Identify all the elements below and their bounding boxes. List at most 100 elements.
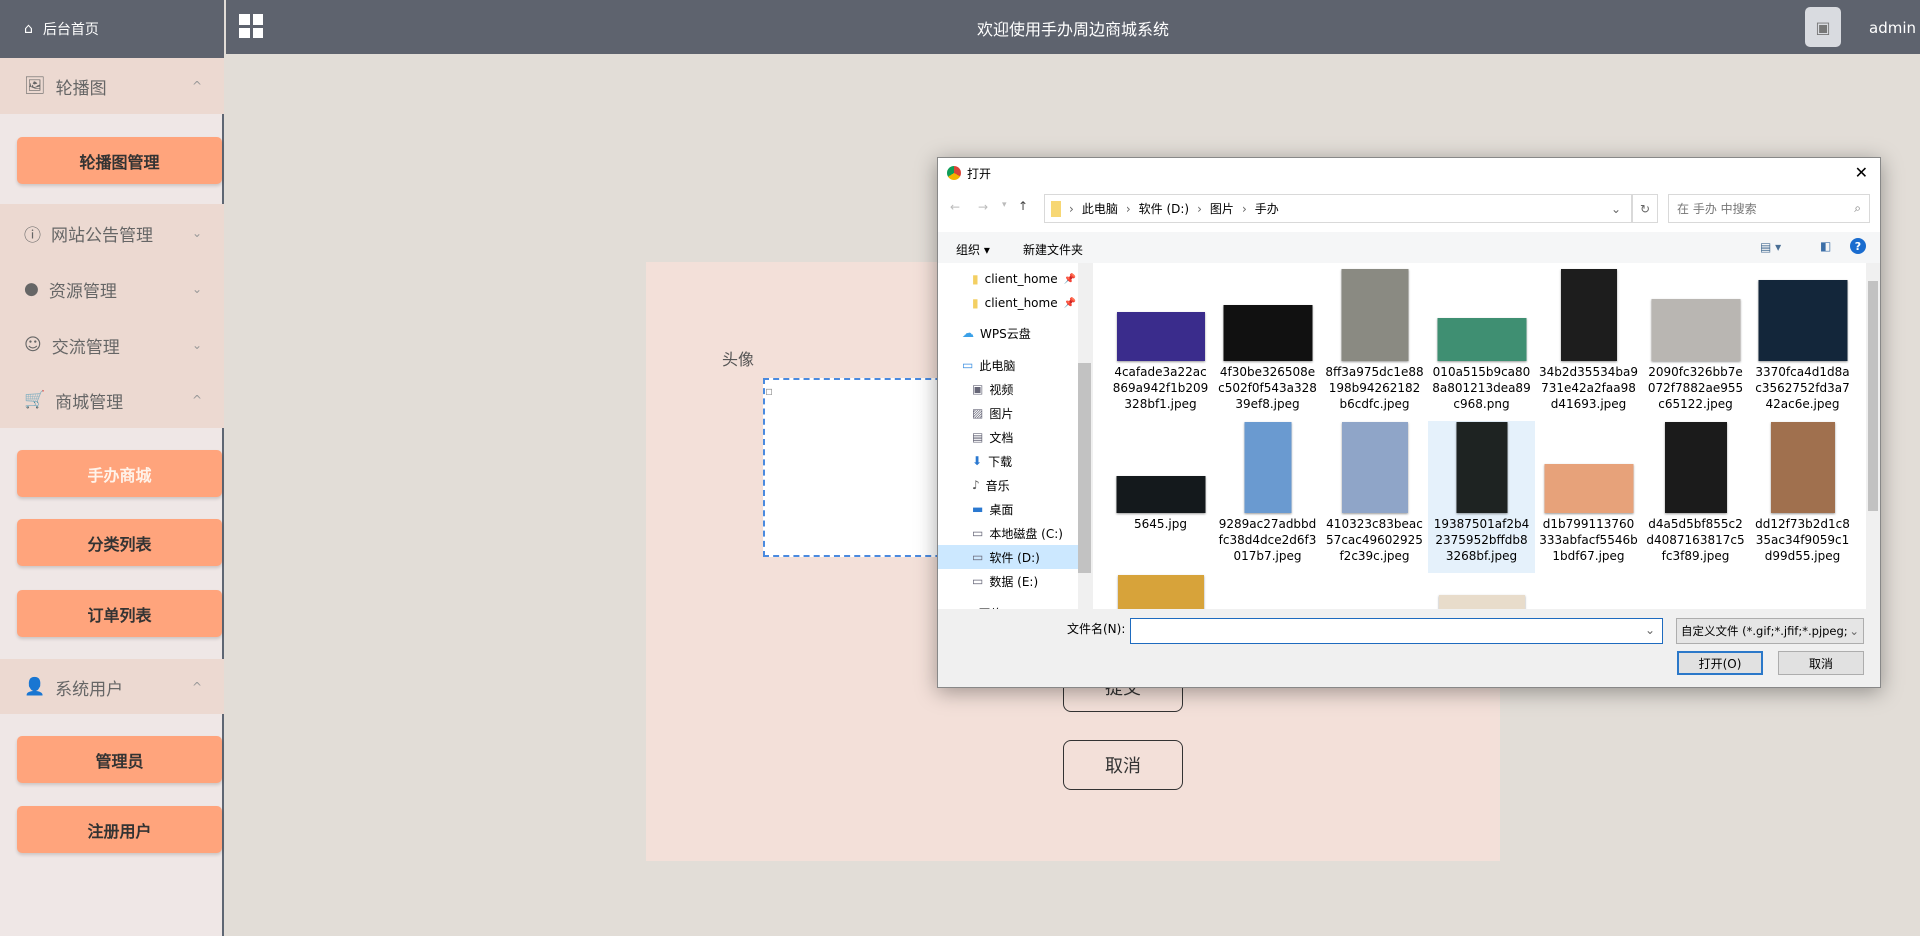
- sidebar: ⌂ 后台首页 🖼 轮播图 ^ 轮播图管理 ⓘ 网站公告管理 ⌄ ● 资源管理 ⌄ ☺ 交流管理 ⌄…: [0, 0, 224, 936]
- toolbar: 组织 ▾ 新建文件夹 ▤ ▾ ◧ ?: [938, 232, 1880, 263]
- search-input[interactable]: 在 手办 中搜索 ⌕: [1668, 194, 1870, 223]
- view-options-icon[interactable]: ▤ ▾: [1760, 240, 1781, 254]
- nav-item[interactable]: ▭ 此电脑: [938, 353, 1078, 377]
- file-item[interactable]: 4f30be326508ec502f0f543a32839ef8.jpeg: [1214, 269, 1321, 421]
- preview-pane-icon[interactable]: ◧: [1820, 239, 1831, 253]
- help-icon[interactable]: ?: [1850, 238, 1866, 254]
- nav-item[interactable]: ▨ 图片: [938, 401, 1078, 425]
- open-button[interactable]: 打开(O): [1677, 651, 1763, 675]
- nav-item[interactable]: ▣ 视频: [938, 377, 1078, 401]
- pictures-icon: ▨: [972, 406, 984, 420]
- file-item[interactable]: [1214, 573, 1321, 609]
- file-item[interactable]: 010a515b9ca808a801213dea89c968.png: [1428, 269, 1535, 421]
- up-icon[interactable]: ↑: [1018, 199, 1028, 213]
- file-name: 34b2d35534ba9731e42a2faa98d41693.jpeg: [1539, 365, 1638, 411]
- sidebar-home[interactable]: ⌂ 后台首页: [0, 0, 224, 58]
- file-item[interactable]: d1b799113760333abfacf5546b1bdf67.jpeg: [1535, 421, 1642, 573]
- back-icon[interactable]: ←: [950, 200, 960, 214]
- nav-item[interactable]: ▭ 数据 (E:): [938, 569, 1078, 593]
- file-item[interactable]: dd12f73b2d1c835ac34f9059c1d99d55.jpeg: [1749, 421, 1856, 573]
- image-thumbnail: [1341, 269, 1408, 361]
- sidebar-item-resource[interactable]: ● 资源管理 ⌄: [0, 261, 224, 317]
- sidebar-item-notice[interactable]: ⓘ 网站公告管理 ⌄: [0, 205, 224, 261]
- image-thumbnail: [1651, 299, 1740, 361]
- file-item[interactable]: 2090fc326bb7e072f7882ae955c65122.jpeg: [1642, 269, 1749, 421]
- avatar-label: 头像: [722, 350, 755, 369]
- file-item[interactable]: 410323c83beac57cac49602925f2c39c.jpeg: [1321, 421, 1428, 573]
- drive-icon: ▭: [972, 550, 984, 564]
- address-bar[interactable]: › 此电脑 › 软件 (D:) › 图片 › 手办 ⌄: [1044, 194, 1632, 223]
- chevron-down-icon: ⌄: [191, 282, 202, 296]
- file-item[interactable]: 8ff3a975dc1e88198b94262182b6cdfc.jpeg: [1321, 269, 1428, 421]
- nav-item[interactable]: ▮ client_home 📌: [938, 267, 1078, 291]
- breadcrumb-item[interactable]: 手办: [1255, 200, 1279, 217]
- sidebar-item-figure-mall[interactable]: 手办商城: [17, 450, 222, 497]
- nav-item[interactable]: ♪ 音乐: [938, 473, 1078, 497]
- sidebar-item-chat[interactable]: ☺ 交流管理 ⌄: [0, 317, 224, 373]
- search-icon: ⌕: [1854, 201, 1861, 215]
- file-name: 5645.jpg: [1134, 517, 1187, 531]
- sidebar-item-carousel[interactable]: 🖼 轮播图 ^: [0, 58, 224, 114]
- chevron-down-icon: ⌄: [1849, 624, 1859, 638]
- file-name: 010a515b9ca808a801213dea89c968.png: [1432, 365, 1531, 411]
- nav-item[interactable]: ▬ 桌面: [938, 497, 1078, 521]
- sidebar-item-carousel-manage[interactable]: 轮播图管理: [17, 137, 222, 184]
- avatar[interactable]: ▣: [1805, 7, 1841, 47]
- nav-item[interactable]: ▭ 本地磁盘 (C:): [938, 521, 1078, 545]
- refresh-icon[interactable]: ↻: [1632, 194, 1658, 223]
- computer-icon: ▭: [962, 358, 974, 372]
- close-icon[interactable]: ✕: [1855, 163, 1868, 182]
- file-item[interactable]: [1107, 573, 1214, 609]
- file-type-select[interactable]: 自定义文件 (*.gif;*.jfif;*.pjpeg; ⌄: [1676, 618, 1864, 644]
- address-dropdown-icon[interactable]: ⌄: [1611, 202, 1621, 216]
- sidebar-item-category[interactable]: 分类列表: [17, 519, 222, 566]
- sidebar-item-orders[interactable]: 订单列表: [17, 590, 222, 637]
- file-grid: 4cafade3a22ac869a942f1b209328bf1.jpeg 4f3…: [1093, 263, 1880, 609]
- file-item[interactable]: 4cafade3a22ac869a942f1b209328bf1.jpeg: [1107, 269, 1214, 421]
- file-item[interactable]: [1321, 573, 1428, 609]
- image-thumbnail: [1456, 422, 1507, 513]
- file-item[interactable]: 9289ac27adbbdfc38d4dce2d6f3017b7.jpeg: [1214, 421, 1321, 573]
- organize-menu[interactable]: 组织 ▾: [956, 241, 990, 258]
- filename-dropdown-icon[interactable]: ⌄: [1645, 623, 1655, 637]
- recent-dropdown-icon[interactable]: ▾: [1002, 200, 1007, 210]
- nav-item[interactable]: ◉网络: [938, 601, 1078, 609]
- network-icon: ◉: [962, 606, 972, 609]
- chat-icon: ☺: [24, 335, 42, 355]
- file-item[interactable]: 5645.jpg: [1107, 421, 1214, 573]
- folder-icon: ▮: [972, 296, 979, 310]
- new-folder-button[interactable]: 新建文件夹: [1023, 241, 1083, 258]
- nav-item[interactable]: ⬇ 下载: [938, 449, 1078, 473]
- nav-item[interactable]: ▭ 软件 (D:): [938, 545, 1078, 569]
- forward-icon[interactable]: →: [978, 200, 988, 214]
- sidebar-item-registered-users[interactable]: 注册用户: [17, 806, 222, 853]
- cancel-button[interactable]: 取消: [1063, 740, 1183, 790]
- nav-item[interactable]: ▮ client_home 📌: [938, 291, 1078, 315]
- sidebar-item-admins[interactable]: 管理员: [17, 736, 222, 783]
- image-thumbnail: [1116, 476, 1205, 513]
- file-item[interactable]: d4a5d5bf855c2d4087163817c5fc3f89.jpeg: [1642, 421, 1749, 573]
- home-icon: ⌂: [24, 21, 33, 37]
- filename-label: 文件名(N):: [1067, 622, 1126, 636]
- breadcrumb-item[interactable]: 软件 (D:): [1139, 200, 1189, 217]
- sidebar-item-system-users[interactable]: 👤 系统用户 ^: [0, 659, 224, 715]
- drive-icon: ▭: [972, 574, 984, 588]
- breadcrumb-item[interactable]: 此电脑: [1082, 200, 1118, 217]
- file-open-dialog: 打开 ✕ ← → ▾ ↑ › 此电脑 › 软件 (D:) › 图片 › 手办 ⌄ ↻ 在…: [937, 157, 1881, 688]
- info-icon: ⓘ: [24, 225, 41, 246]
- file-item[interactable]: 3370fca4d1d8ac3562752fd3a742ac6e.jpeg: [1749, 269, 1856, 421]
- nav-item[interactable]: ▤ 文档: [938, 425, 1078, 449]
- file-item[interactable]: 34b2d35534ba9731e42a2faa98d41693.jpeg: [1535, 269, 1642, 421]
- file-name: d4a5d5bf855c2d4087163817c5fc3f89.jpeg: [1646, 517, 1745, 563]
- nav-scrollbar[interactable]: [1078, 263, 1091, 609]
- sidebar-item-mall[interactable]: 🛒 商城管理 ^: [0, 372, 224, 428]
- broken-image-icon: ▫: [765, 384, 774, 398]
- dialog-cancel-button[interactable]: 取消: [1778, 651, 1864, 675]
- file-item[interactable]: 19387501af2b42375952bffdb83268bf.jpeg: [1428, 421, 1535, 573]
- file-item[interactable]: [1428, 573, 1535, 609]
- breadcrumb-item[interactable]: 图片: [1210, 200, 1234, 217]
- filename-input[interactable]: ⌄: [1130, 618, 1663, 644]
- nav-item[interactable]: ☁ WPS云盘: [938, 321, 1078, 345]
- files-scrollbar[interactable]: [1866, 263, 1880, 609]
- user-name[interactable]: admin: [1869, 19, 1916, 37]
